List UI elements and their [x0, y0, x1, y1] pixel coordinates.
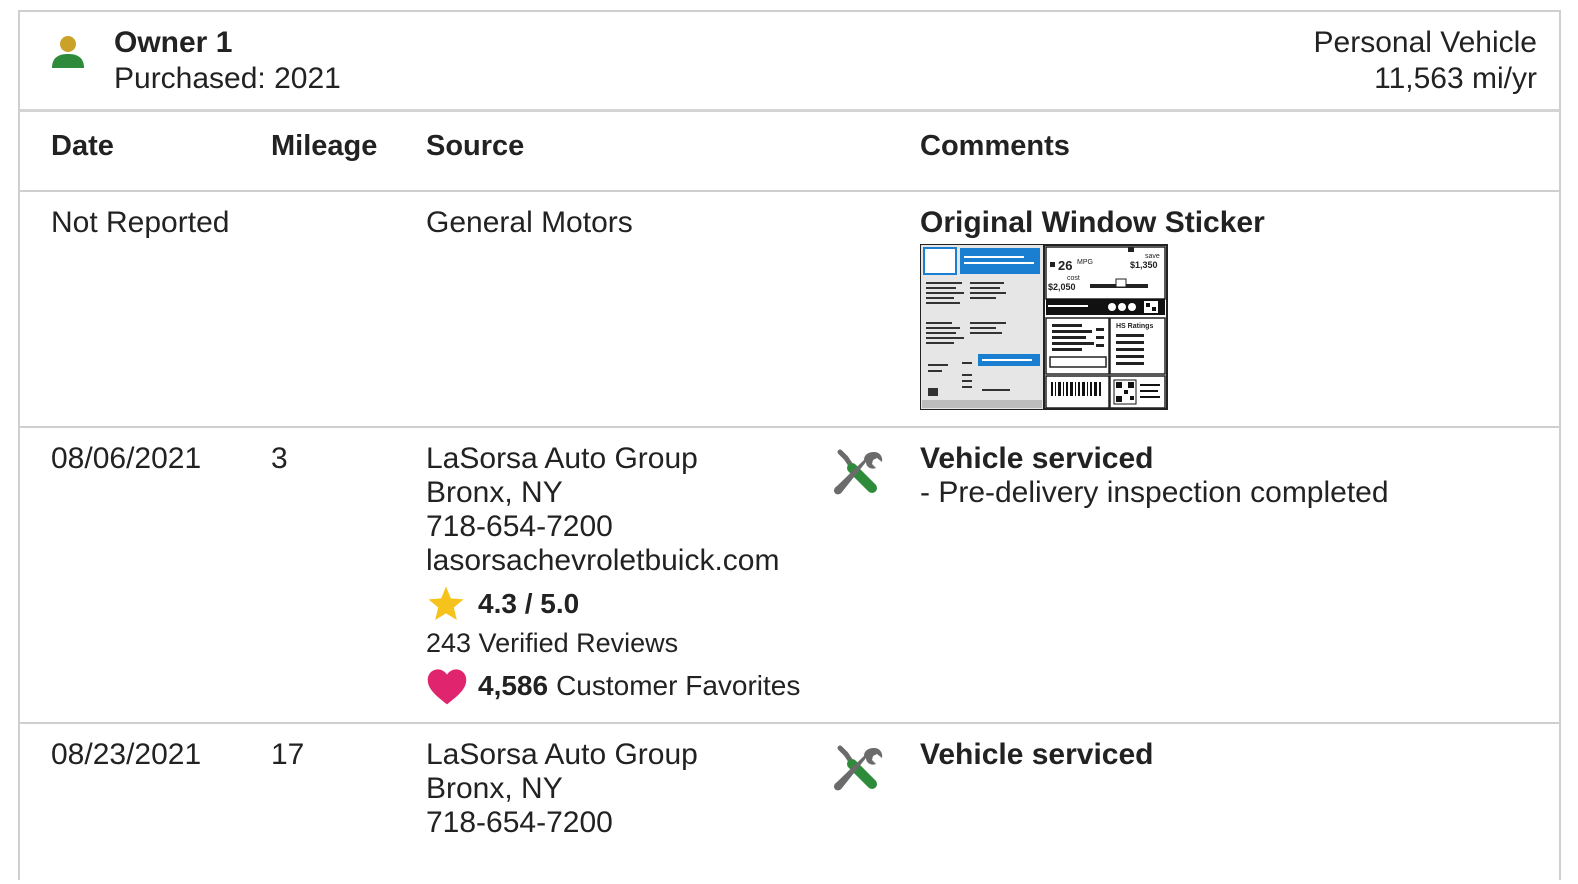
source-name: LaSorsa Auto Group: [426, 738, 698, 771]
vehicle-type: Personal Vehicle: [1313, 26, 1537, 59]
row-source: LaSorsa Auto Group Bronx, NY 718-654-720…: [426, 738, 698, 840]
sticker-cost-label: cost: [1067, 275, 1080, 282]
column-header-source: Source: [426, 130, 525, 162]
source-website-link[interactable]: lasorsachevroletbuick.com: [426, 544, 800, 578]
sticker-ratings-label: HS Ratings: [1116, 323, 1153, 330]
owner-history-card: Owner 1 Purchased: 2021 Personal Vehicle…: [18, 10, 1561, 880]
column-header-date: Date: [51, 130, 114, 162]
comment-detail: - Pre-delivery inspection completed: [920, 476, 1389, 509]
table-header: Date Mileage Source Comments: [20, 112, 1559, 192]
row-source-name: General Motors: [426, 206, 633, 239]
owner-purchased: Purchased: 2021: [114, 62, 341, 95]
window-sticker-link[interactable]: Original Window Sticker: [920, 206, 1265, 240]
dealer-rating[interactable]: 4.3 / 5.0: [426, 584, 800, 624]
row-comments: Vehicle serviced - Pre-delivery inspecti…: [920, 442, 1389, 510]
source-location: Bronx, NY: [426, 772, 563, 805]
source-phone[interactable]: 718-654-7200: [426, 806, 698, 840]
table-row: Not Reported General Motors Original Win…: [20, 192, 1559, 428]
column-header-mileage: Mileage: [271, 130, 378, 162]
sticker-cost: $2,050: [1048, 282, 1076, 292]
sticker-save: $1,350: [1130, 260, 1158, 270]
wrench-screwdriver-icon: [833, 745, 883, 791]
source-location: Bronx, NY: [426, 476, 563, 509]
owner-name: Owner 1: [114, 26, 233, 59]
favorites-count: 4,586: [478, 670, 549, 701]
table-row: 08/23/2021 17 LaSorsa Auto Group Bronx, …: [20, 724, 1559, 884]
customer-favorites: 4,586 Customer Favorites: [426, 666, 800, 706]
person-icon: [52, 36, 84, 68]
vehicle-usage: 11,563 mi/yr: [1374, 62, 1537, 95]
rating-value: 4.3 / 5.0: [478, 588, 580, 619]
column-header-comments: Comments: [920, 130, 1070, 162]
row-date: Not Reported: [51, 206, 230, 239]
window-sticker-thumbnail[interactable]: 26 MPG save $1,350 cost $2,050 HS Rating…: [920, 244, 1168, 410]
table-row: 08/06/2021 3 LaSorsa Auto Group Bronx, N…: [20, 428, 1559, 724]
comment-title: Vehicle serviced: [920, 738, 1154, 771]
comment-title: Vehicle serviced: [920, 442, 1154, 475]
row-source: LaSorsa Auto Group Bronx, NY 718-654-720…: [426, 442, 800, 706]
sticker-mpg: 26: [1058, 258, 1072, 273]
row-date: 08/06/2021: [51, 442, 202, 475]
wrench-screwdriver-icon: [833, 449, 883, 495]
row-mileage: 17: [271, 738, 305, 771]
row-mileage: 3: [271, 442, 288, 475]
favorites-label: Customer Favorites: [556, 670, 801, 701]
sticker-save-label: save: [1145, 253, 1160, 260]
owner-header: Owner 1 Purchased: 2021 Personal Vehicle…: [20, 12, 1559, 112]
review-count-link[interactable]: 243 Verified Reviews: [426, 626, 800, 660]
sticker-mpg-unit: MPG: [1077, 259, 1093, 266]
source-phone[interactable]: 718-654-7200: [426, 510, 800, 544]
star-icon: [428, 586, 464, 620]
row-date: 08/23/2021: [51, 738, 202, 771]
source-name: LaSorsa Auto Group: [426, 442, 698, 475]
heart-icon: [427, 669, 467, 705]
